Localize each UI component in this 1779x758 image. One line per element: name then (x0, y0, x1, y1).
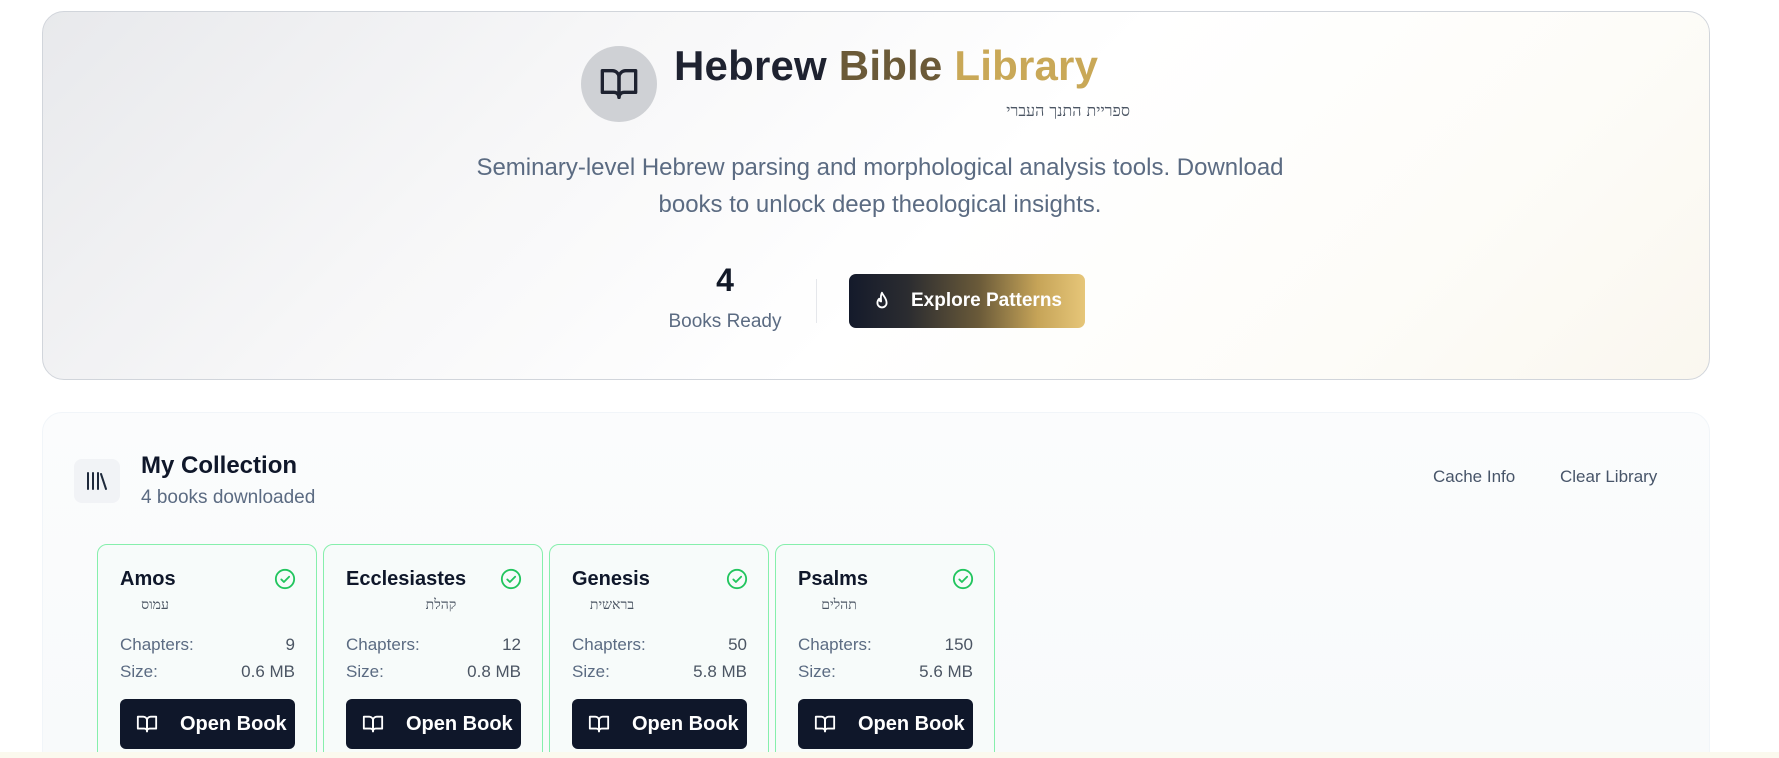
chapters-label: Chapters: (346, 635, 420, 654)
stat-divider (816, 279, 817, 323)
hero-description: Seminary-level Hebrew parsing and morpho… (380, 149, 1380, 223)
open-book-button[interactable]: Open Book (798, 699, 973, 749)
book-card-ecclesiastes: Ecclesiastes קהלת Chapters: 12 Size: 0.8… (323, 544, 543, 758)
open-book-icon (814, 713, 838, 735)
open-book-label: Open Book (180, 712, 287, 735)
size-row: Size: 0.8 MB (346, 662, 521, 682)
title-bible: Bible (838, 42, 943, 89)
book-card-psalms: Psalms תהלים Chapters: 150 Size: 5.6 MB … (775, 544, 995, 758)
downloaded-check-icon (726, 568, 748, 590)
book-name: Psalms (798, 568, 869, 590)
library-icon (74, 459, 120, 503)
chapters-row: Chapters: 9 (120, 635, 295, 655)
chapters-value: 9 (285, 635, 295, 654)
collection-title: My Collection (141, 452, 298, 479)
size-label: Size: (346, 662, 384, 681)
size-value: 0.8 MB (467, 662, 521, 681)
description-line-1: Seminary-level Hebrew parsing and morpho… (476, 154, 1284, 181)
book-name: Genesis (572, 568, 650, 590)
open-book-icon (362, 713, 386, 735)
description-line-2: books to unlock deep theological insight… (658, 191, 1102, 218)
title-hebrew: Hebrew (674, 42, 827, 89)
hebrew-subtitle: ספריית התנך העברי (1006, 101, 1130, 120)
downloaded-check-icon (952, 568, 974, 590)
size-row: Size: 5.6 MB (798, 662, 973, 682)
collection-subtitle: 4 books downloaded (141, 487, 316, 508)
downloaded-check-icon (274, 568, 296, 590)
title-library: Library (954, 42, 1099, 89)
downloaded-check-icon (500, 568, 522, 590)
open-book-label: Open Book (632, 712, 739, 735)
logo-badge (581, 46, 657, 122)
chapters-row: Chapters: 50 (572, 635, 747, 655)
size-label: Size: (798, 662, 836, 681)
chapters-value: 150 (944, 635, 973, 654)
open-book-icon (600, 69, 638, 100)
open-book-icon (588, 713, 612, 735)
explore-patterns-label: Explore Patterns (911, 290, 1062, 311)
chapters-label: Chapters: (798, 635, 872, 654)
book-name: Ecclesiastes (346, 568, 467, 590)
open-book-label: Open Book (858, 712, 965, 735)
cache-info-button[interactable]: Cache Info (1433, 467, 1515, 487)
book-hebrew-name: בראשית (589, 597, 635, 613)
open-book-label: Open Book (406, 712, 513, 735)
size-row: Size: 5.8 MB (572, 662, 747, 682)
book-hebrew-name: תהלים (821, 597, 857, 613)
book-card-genesis: Genesis בראשית Chapters: 50 Size: 5.8 MB… (549, 544, 769, 758)
page-title: Hebrew Bible Library (674, 42, 1098, 90)
size-row: Size: 0.6 MB (120, 662, 295, 682)
explore-patterns-button[interactable]: Explore Patterns (849, 274, 1085, 328)
size-value: 0.6 MB (241, 662, 295, 681)
book-card-amos: Amos עמוס Chapters: 9 Size: 0.6 MB Open … (97, 544, 317, 758)
chapters-label: Chapters: (120, 635, 194, 654)
book-name: Amos (120, 568, 176, 590)
open-book-button[interactable]: Open Book (572, 699, 747, 749)
flame-icon (871, 290, 897, 312)
chapters-value: 12 (502, 635, 521, 654)
books-ready-count: 4 (716, 262, 734, 298)
chapters-row: Chapters: 12 (346, 635, 521, 655)
chapters-row: Chapters: 150 (798, 635, 973, 655)
size-value: 5.8 MB (693, 662, 747, 681)
books-ready-label: Books Ready (668, 311, 782, 332)
page-bottom-strip (0, 752, 1779, 758)
open-book-icon (136, 713, 160, 735)
book-hebrew-name: קהלת (425, 597, 457, 613)
chapters-value: 50 (728, 635, 747, 654)
clear-library-button[interactable]: Clear Library (1560, 467, 1657, 487)
chapters-label: Chapters: (572, 635, 646, 654)
size-label: Size: (572, 662, 610, 681)
size-label: Size: (120, 662, 158, 681)
book-hebrew-name: עמוס (141, 597, 169, 613)
size-value: 5.6 MB (919, 662, 973, 681)
open-book-button[interactable]: Open Book (120, 699, 295, 749)
open-book-button[interactable]: Open Book (346, 699, 521, 749)
